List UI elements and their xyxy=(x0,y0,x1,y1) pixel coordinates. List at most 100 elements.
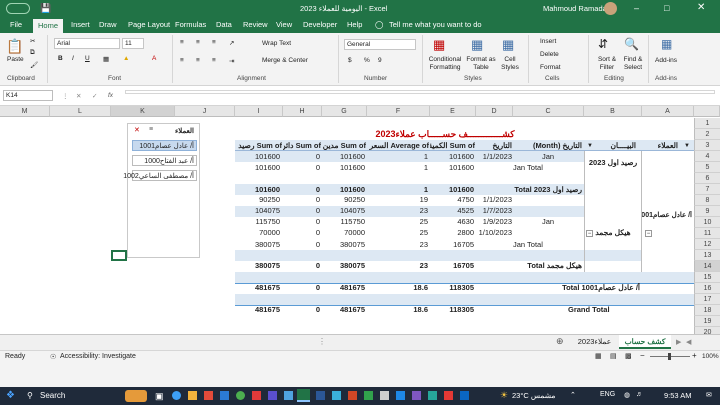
row-header-13[interactable]: 13 xyxy=(694,250,720,261)
column-header-m[interactable]: M xyxy=(0,106,50,117)
cell-f10[interactable]: 23 xyxy=(367,206,428,216)
minimize-icon[interactable]: – xyxy=(634,3,639,13)
font-size-select[interactable]: 11 xyxy=(122,38,144,49)
column-header-c[interactable]: C xyxy=(513,106,584,117)
cell-h17[interactable]: 0 xyxy=(283,283,320,293)
app-icon[interactable] xyxy=(396,391,405,400)
bold-button[interactable]: B xyxy=(58,55,63,62)
cell-e15[interactable]: 16705 xyxy=(430,261,474,271)
cell-h19[interactable]: 0 xyxy=(283,305,320,315)
align-right-icon[interactable]: ≡ xyxy=(212,57,216,64)
cell-c13[interactable]: Jan Total xyxy=(513,240,583,250)
cell-e7[interactable]: 101600 xyxy=(430,185,474,195)
cell-b19[interactable]: Grand Total xyxy=(568,305,638,315)
normal-view-icon[interactable]: ▦ xyxy=(595,352,602,360)
cell-f4[interactable]: 1 xyxy=(367,152,428,162)
cell-d9[interactable]: 1/1/2023 xyxy=(478,195,512,205)
tab-view[interactable]: View xyxy=(276,20,292,29)
comma-icon[interactable]: 9 xyxy=(378,57,382,64)
format-painter-icon[interactable]: 🖌 xyxy=(30,61,38,69)
cell-f7[interactable]: 1 xyxy=(367,185,428,195)
row-header-4[interactable]: 4 xyxy=(694,151,720,162)
cell-h15[interactable]: 0 xyxy=(283,261,320,271)
number-format-select[interactable]: General xyxy=(344,39,416,50)
cell-i10[interactable]: 104075 xyxy=(235,206,280,216)
zoom-out-icon[interactable]: − xyxy=(640,351,645,360)
app-icon[interactable] xyxy=(460,391,469,400)
row-header-7[interactable]: 7 xyxy=(694,184,720,195)
cell-i7[interactable]: 101600 xyxy=(235,185,280,195)
app-icon[interactable] xyxy=(428,391,437,400)
app-icon[interactable] xyxy=(332,391,341,400)
zoom-level[interactable]: 100% xyxy=(702,353,719,360)
formula-input[interactable] xyxy=(125,90,715,94)
align-top-icon[interactable]: ≡ xyxy=(180,39,184,46)
tab-file[interactable]: File xyxy=(10,20,22,29)
file-explorer-icon[interactable] xyxy=(188,391,197,400)
cell-g15[interactable]: 380075 xyxy=(322,261,365,271)
cell-h4[interactable]: 0 xyxy=(283,152,320,162)
cell-h9[interactable]: 0 xyxy=(283,195,320,205)
cell-i11[interactable]: 115750 xyxy=(235,217,280,227)
cell-h7[interactable]: 0 xyxy=(283,185,320,195)
wrap-text-button[interactable]: Wrap Text xyxy=(262,40,291,47)
cell-e12[interactable]: 2800 xyxy=(430,228,474,238)
cell-h12[interactable]: 0 xyxy=(283,228,320,238)
delete-cells-button[interactable]: Delete xyxy=(540,51,559,58)
cell-g11[interactable]: 115750 xyxy=(322,217,365,227)
cell-g4[interactable]: 101600 xyxy=(322,152,365,162)
cell-h5[interactable]: 0 xyxy=(283,163,320,173)
conditional-formatting-icon[interactable]: ▦ xyxy=(433,37,445,53)
cell-e5[interactable]: 101600 xyxy=(430,163,474,173)
column-header-l[interactable]: L xyxy=(50,106,111,117)
filter-dropdown-icon[interactable]: ▼ xyxy=(587,141,593,151)
cell-d10[interactable]: 1/7/2023 xyxy=(478,206,512,216)
row-header-10[interactable]: 10 xyxy=(694,217,720,228)
cell-e11[interactable]: 4630 xyxy=(430,217,474,227)
column-header-h[interactable]: H xyxy=(283,106,322,117)
app-icon[interactable] xyxy=(364,391,373,400)
align-bottom-icon[interactable]: ≡ xyxy=(212,39,216,46)
cell-e19[interactable]: 118305 xyxy=(430,305,474,315)
search-icon[interactable]: ⚲ xyxy=(27,391,33,400)
tab-insert[interactable]: Insert xyxy=(71,20,90,29)
conditional-formatting-button[interactable]: Conditional Formatting xyxy=(426,56,464,72)
format-as-table-button[interactable]: Format as Table xyxy=(465,56,497,72)
row-header-18[interactable]: 18 xyxy=(694,305,720,316)
row-header-5[interactable]: 5 xyxy=(694,162,720,173)
cell-f12[interactable]: 25 xyxy=(367,228,428,238)
name-box[interactable]: K14 xyxy=(3,90,53,101)
currency-icon[interactable]: $ xyxy=(348,57,352,64)
chrome-icon[interactable] xyxy=(236,391,245,400)
insert-cells-button[interactable]: Insert xyxy=(540,38,556,45)
tab-draw[interactable]: Draw xyxy=(99,20,117,29)
italic-button[interactable]: I xyxy=(72,55,74,62)
column-header-j[interactable]: J xyxy=(175,106,235,117)
align-center-icon[interactable]: ≡ xyxy=(196,57,200,64)
cut-icon[interactable]: ✂ xyxy=(30,37,35,45)
slicer-item[interactable]: أ/ عادل عصام1001 xyxy=(132,140,197,151)
cell-f11[interactable]: 25 xyxy=(367,217,428,227)
collapse-icon[interactable]: − xyxy=(645,230,652,237)
cell-c7[interactable]: رصيد اول 2023 Total xyxy=(476,185,582,195)
cell-d11[interactable]: 1/9/2023 xyxy=(478,217,512,227)
cell-g5[interactable]: 101600 xyxy=(322,163,365,173)
app-icon[interactable] xyxy=(252,391,261,400)
close-icon[interactable]: ✕ xyxy=(697,2,705,13)
cell-i5[interactable]: 101600 xyxy=(235,163,280,173)
tab-page-layout[interactable]: Page Layout xyxy=(128,20,170,29)
wifi-icon[interactable]: ◍ xyxy=(624,391,630,399)
cell-c15[interactable]: هيكل مجمد Total xyxy=(476,261,582,271)
sort-filter-icon[interactable]: ⇵ xyxy=(598,37,608,51)
cell-i17[interactable]: 481675 xyxy=(235,283,280,293)
cell-e10[interactable]: 4525 xyxy=(430,206,474,216)
row-header-17[interactable]: 17 xyxy=(694,294,720,305)
cell-g13[interactable]: 380075 xyxy=(322,240,365,250)
autosave-toggle[interactable] xyxy=(6,3,30,14)
more-icon[interactable]: ⋮ xyxy=(318,337,326,346)
tab-help[interactable]: Help xyxy=(347,20,362,29)
worksheet-grid[interactable]: A B C D E F G H I J K L M 1 2 3 4 5 6 7 8 9 10 11 1… xyxy=(0,106,720,350)
add-ins-button[interactable]: Add-ins xyxy=(655,57,677,64)
format-table-icon[interactable]: ▦ xyxy=(471,37,483,53)
app-icon[interactable] xyxy=(444,391,453,400)
